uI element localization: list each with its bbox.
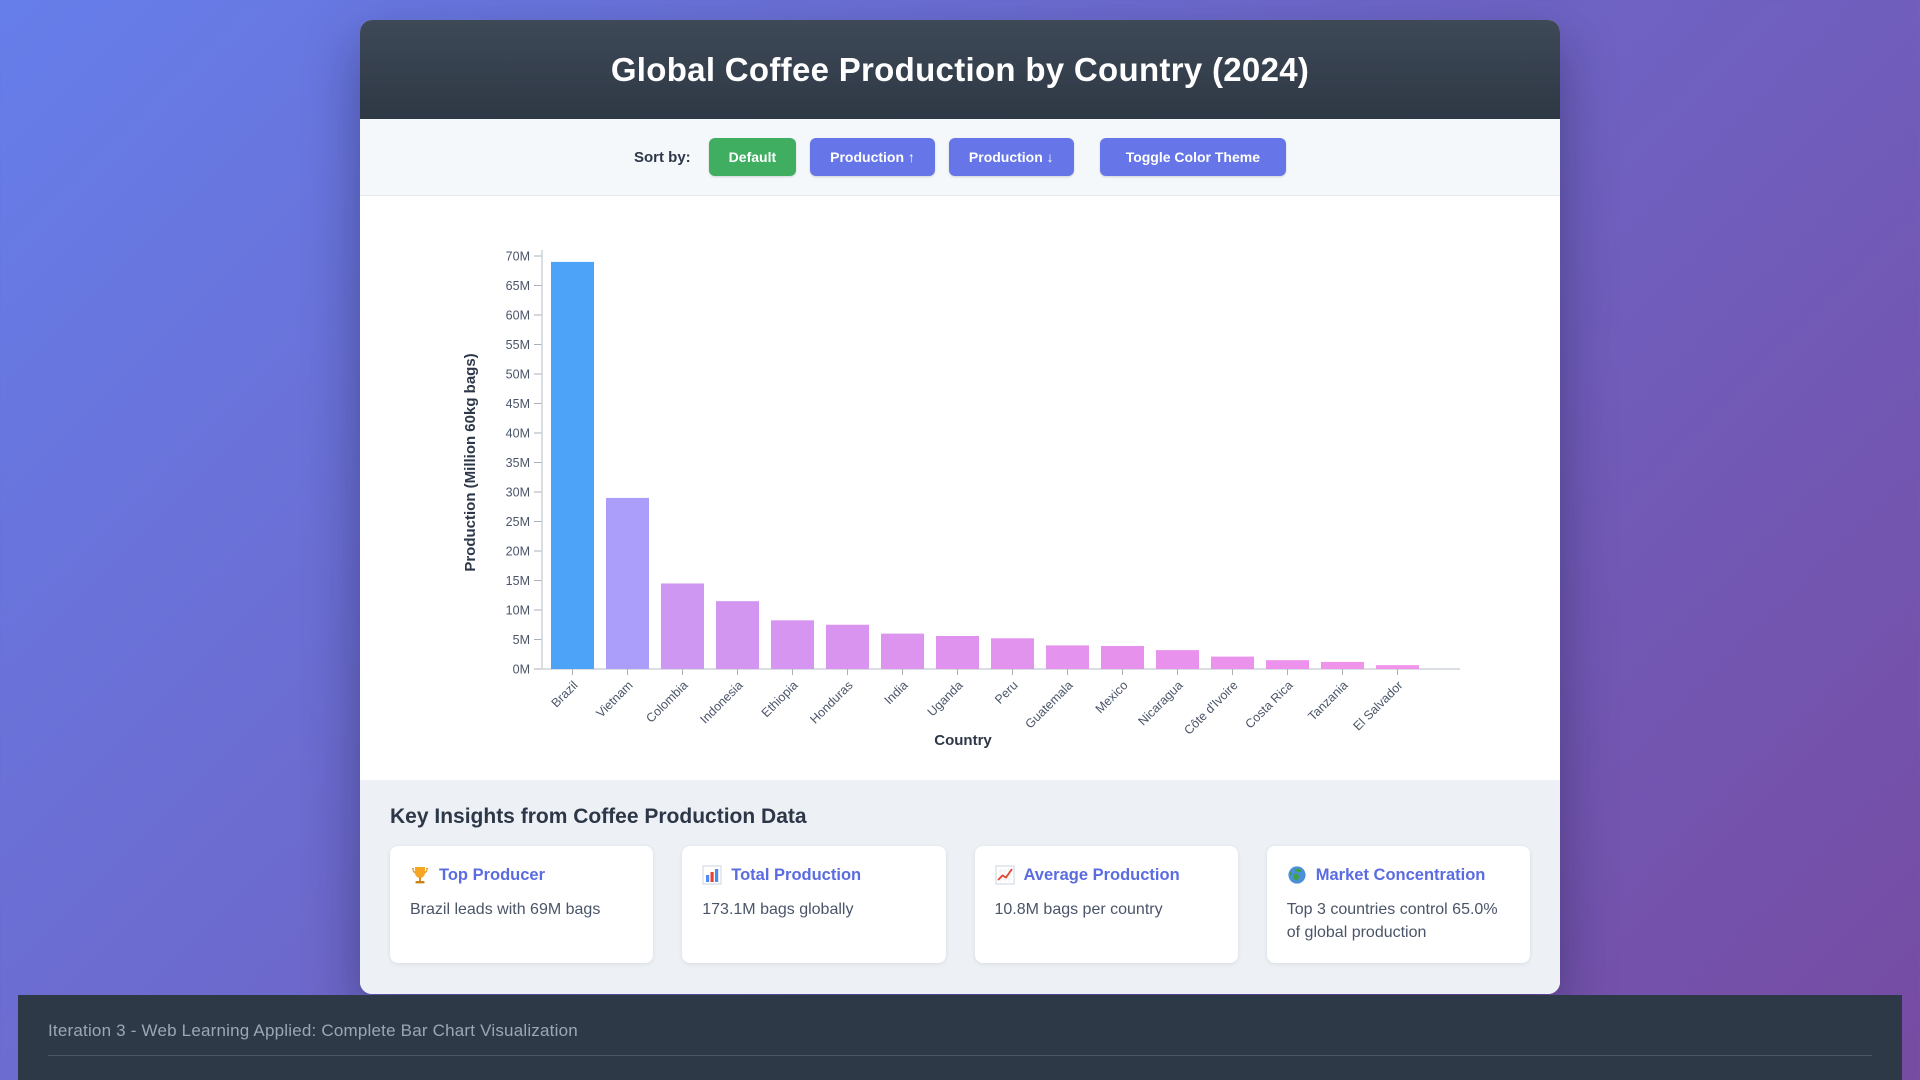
y-tick-label: 25M <box>506 515 530 529</box>
y-tick-label: 70M <box>506 250 530 264</box>
sort-toolbar: Sort by: Default Production ↑ Production… <box>360 119 1560 196</box>
bar-uganda[interactable] <box>936 636 979 669</box>
x-tick-label: Indonesia <box>697 678 745 726</box>
trophy-icon <box>410 865 430 885</box>
bar-costa-rica[interactable] <box>1266 660 1309 669</box>
bar-guatemala[interactable] <box>1046 645 1089 669</box>
bar-brazil[interactable] <box>551 262 594 669</box>
x-tick-label: India <box>882 678 911 707</box>
y-tick-label: 30M <box>506 486 530 500</box>
insight-card-title: Top Producer <box>439 866 545 885</box>
bar-vietnam[interactable] <box>606 498 649 669</box>
bar-tanzania[interactable] <box>1321 662 1364 669</box>
y-tick-label: 45M <box>506 397 530 411</box>
bar-indonesia[interactable] <box>716 601 759 669</box>
y-tick-label: 60M <box>506 309 530 323</box>
insight-card-title: Total Production <box>731 866 861 885</box>
insight-cards: Top Producer Brazil leads with 69M bags … <box>390 846 1530 963</box>
globe-icon <box>1287 865 1307 885</box>
y-tick-label: 35M <box>506 456 530 470</box>
y-tick-label: 5M <box>513 633 530 647</box>
bar-india[interactable] <box>881 634 924 669</box>
sort-default-button[interactable]: Default <box>709 138 796 176</box>
sort-production-asc-button[interactable]: Production ↑ <box>810 138 935 176</box>
x-tick-label: Tanzania <box>1305 678 1350 723</box>
bar-nicaragua[interactable] <box>1156 650 1199 669</box>
status-footer: Iteration 3 - Web Learning Applied: Comp… <box>18 995 1902 1080</box>
y-tick-label: 0M <box>513 663 530 677</box>
sort-by-label: Sort by: <box>634 149 691 166</box>
bar-peru[interactable] <box>991 638 1034 669</box>
bar-ethiopia[interactable] <box>771 620 814 669</box>
x-tick-label: Mexico <box>1093 678 1131 716</box>
y-tick-label: 40M <box>506 427 530 441</box>
insight-card-top-producer: Top Producer Brazil leads with 69M bags <box>390 846 653 963</box>
insights-heading: Key Insights from Coffee Production Data <box>390 805 1530 829</box>
y-tick-label: 65M <box>506 279 530 293</box>
insight-card-text: 173.1M bags globally <box>702 898 925 921</box>
page-title: Global Coffee Production by Country (202… <box>611 51 1309 89</box>
insight-card-title: Average Production <box>1024 866 1180 885</box>
insight-card-text: Top 3 countries control 65.0% of global … <box>1287 898 1510 944</box>
chart-section: 0M 5M 10M 15M 20M 25M 30M 35M 40M 45M 50M 55M 60M 65M… <box>360 196 1560 780</box>
x-tick-label: El Salvador <box>1351 678 1406 733</box>
insights-section: Key Insights from Coffee Production Data… <box>360 780 1560 994</box>
y-tick-label: 15M <box>506 574 530 588</box>
bar-chart-icon <box>702 865 722 885</box>
x-tick-label: Ethiopia <box>759 678 801 720</box>
insight-card-average-production: Average Production 10.8M bags per countr… <box>975 846 1238 963</box>
bar-c-te-d-ivoire[interactable] <box>1211 657 1254 669</box>
x-tick-label: Uganda <box>925 678 966 719</box>
y-tick-label: 55M <box>506 338 530 352</box>
sort-production-desc-button[interactable]: Production ↓ <box>949 138 1074 176</box>
insight-card-market-concentration: Market Concentration Top 3 countries con… <box>1267 846 1530 963</box>
y-tick-label: 20M <box>506 545 530 559</box>
chart-increasing-icon <box>995 865 1015 885</box>
bar-honduras[interactable] <box>826 625 869 669</box>
production-bar-chart: 0M 5M 10M 15M 20M 25M 30M 35M 40M 45M 50M 55M 60M 65M… <box>360 196 1560 780</box>
bar-mexico[interactable] <box>1101 646 1144 669</box>
x-tick-label: Peru <box>992 678 1021 707</box>
x-tick-label: Colombia <box>643 678 690 725</box>
bar-colombia[interactable] <box>661 583 704 669</box>
insight-card-title: Market Concentration <box>1316 866 1486 885</box>
iteration-status-text: Iteration 3 - Web Learning Applied: Comp… <box>48 1021 1872 1041</box>
x-tick-label: Costa Rica <box>1242 678 1295 731</box>
y-axis-title: Production (Million 60kg bags) <box>462 353 479 571</box>
card-header: Global Coffee Production by Country (202… <box>360 20 1560 119</box>
insight-card-text: Brazil leads with 69M bags <box>410 898 633 921</box>
insight-card-text: 10.8M bags per country <box>995 898 1218 921</box>
x-tick-label: Nicaragua <box>1135 678 1185 728</box>
x-tick-label: Honduras <box>807 678 855 726</box>
toggle-color-theme-button[interactable]: Toggle Color Theme <box>1100 138 1286 176</box>
y-tick-label: 50M <box>506 368 530 382</box>
footer-divider <box>48 1055 1872 1056</box>
insight-card-total-production: Total Production 173.1M bags globally <box>682 846 945 963</box>
x-axis-title: Country <box>934 732 992 749</box>
bar-el-salvador[interactable] <box>1376 665 1419 669</box>
y-tick-label: 10M <box>506 604 530 618</box>
x-tick-label: Brazil <box>549 678 581 710</box>
x-tick-label: Guatemala <box>1022 678 1075 731</box>
x-tick-label: Côte d'Ivoire <box>1181 678 1240 737</box>
main-card: Global Coffee Production by Country (202… <box>360 20 1560 994</box>
x-tick-label: Vietnam <box>593 678 635 720</box>
